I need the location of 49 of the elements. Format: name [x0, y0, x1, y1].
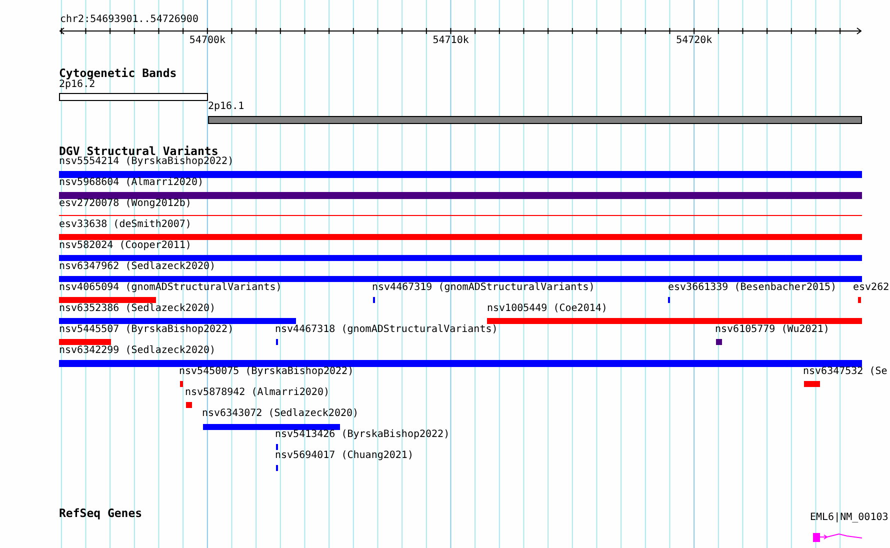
- gene-label: EML6|NM_00103: [810, 512, 888, 524]
- tick-label: 54720k: [676, 35, 712, 47]
- variant-label: nsv6343072 (Sedlazeck2020): [202, 408, 359, 420]
- band-label: 2p16.1: [208, 101, 244, 113]
- variant-label: esv33638 (deSmith2007): [59, 219, 192, 231]
- variant-label: esv262: [853, 282, 890, 294]
- track-title: RefSeq Genes: [59, 507, 142, 520]
- variant-label: nsv4065094 (gnomADStructuralVariants): [59, 282, 282, 294]
- variant-bar[interactable]: [59, 318, 296, 324]
- variant-label: nsv1005449 (Coe2014): [487, 303, 608, 315]
- variant-bar[interactable]: [804, 381, 820, 387]
- variant-bar[interactable]: [59, 276, 862, 282]
- variant-bar[interactable]: [59, 255, 862, 261]
- variant-bar[interactable]: [186, 402, 192, 408]
- tick-label: 54710k: [432, 35, 469, 47]
- variant-bar[interactable]: [59, 297, 156, 303]
- variant-bar[interactable]: [487, 318, 862, 324]
- variant-label: esv3661339 (Besenbacher2015): [668, 282, 837, 294]
- variant-label: nsv5413426 (ByrskaBishop2022): [275, 429, 450, 441]
- variant-label: nsv6347962 (Sedlazeck2020): [59, 261, 216, 273]
- variant-bar[interactable]: [716, 339, 722, 345]
- variant-bar[interactable]: [180, 381, 183, 387]
- variant-label: nsv6342299 (Sedlazeck2020): [59, 345, 216, 357]
- variant-label: nsv4467318 (gnomADStructuralVariants): [275, 324, 498, 336]
- gene-model-drawing[interactable]: [813, 533, 862, 543]
- variant-bar[interactable]: [59, 234, 862, 240]
- band-label: 2p16.2: [59, 79, 96, 91]
- variant-label: nsv6347532 (Se: [803, 366, 888, 378]
- variant-label: nsv5450075 (ByrskaBishop2022): [179, 366, 354, 378]
- variant-bar[interactable]: [59, 192, 862, 199]
- variant-label: esv2720078 (Wong2012b): [59, 198, 192, 210]
- variant-label: nsv5878942 (Almarri2020): [185, 387, 330, 399]
- variant-label: nsv5968604 (Almarri2020): [59, 177, 204, 189]
- tick-label: 54700k: [189, 35, 226, 47]
- variant-label: nsv4467319 (gnomADStructuralVariants): [372, 282, 595, 294]
- variant-bar[interactable]: [59, 339, 111, 345]
- variant-bar[interactable]: [858, 297, 861, 303]
- variant-label: nsv582024 (Cooper2011): [59, 240, 192, 252]
- variant-bar[interactable]: [59, 171, 862, 178]
- location-label: chr2:54693901..54726900: [60, 14, 198, 26]
- variant-label: nsv6105779 (Wu2021): [715, 324, 830, 336]
- variant-bar[interactable]: [59, 360, 862, 367]
- variant-label: nsv5554214 (ByrskaBishop2022): [59, 156, 234, 168]
- band-bar[interactable]: [59, 93, 208, 101]
- track-title: Cytogenetic Bands: [59, 67, 177, 80]
- variant-label: nsv5445507 (ByrskaBishop2022): [59, 324, 234, 336]
- variant-label: nsv6352386 (Sedlazeck2020): [59, 303, 216, 315]
- variant-bar[interactable]: [203, 424, 340, 430]
- variant-label: nsv5694017 (Chuang2021): [275, 450, 414, 462]
